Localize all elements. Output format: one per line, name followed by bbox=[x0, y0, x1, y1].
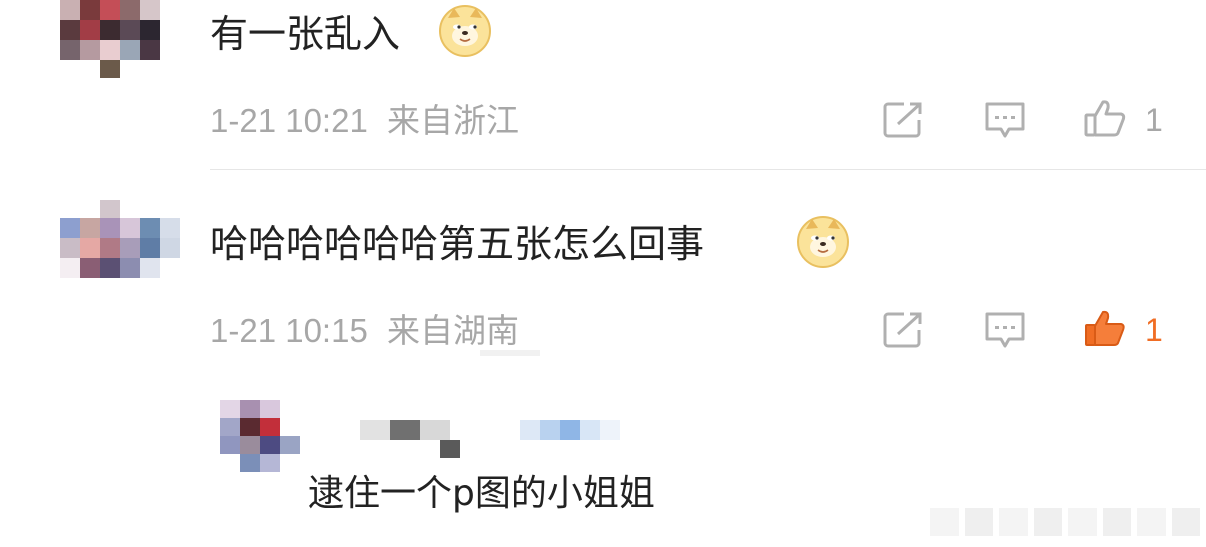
comment-time: 1-21 10:21 bbox=[210, 102, 368, 139]
avatar-fragment bbox=[100, 60, 120, 78]
comment-meta: 1-21 10:15 来自湖南 bbox=[210, 311, 519, 351]
reply-separator bbox=[440, 440, 460, 458]
avatar[interactable] bbox=[60, 218, 180, 278]
share-icon[interactable] bbox=[882, 100, 926, 140]
reply-target-blurred bbox=[520, 420, 620, 440]
thumbs-up-icon-liked[interactable] bbox=[1083, 308, 1127, 348]
thumbs-up-icon[interactable] bbox=[1083, 98, 1127, 138]
comment-location: 来自湖南 bbox=[386, 312, 519, 349]
doge-emoji bbox=[797, 216, 849, 268]
watermark bbox=[930, 508, 1200, 536]
comment-meta: 1-21 10:21 来自浙江 bbox=[210, 101, 519, 141]
reply-text: 逮住一个p图的小姐姐 bbox=[308, 473, 655, 514]
avatar[interactable] bbox=[220, 400, 300, 472]
avatar-fragment bbox=[100, 200, 120, 218]
reply-username-blurred bbox=[360, 420, 450, 440]
avatar[interactable] bbox=[60, 0, 160, 60]
faint-mark bbox=[480, 350, 540, 356]
share-icon[interactable] bbox=[882, 310, 926, 350]
like-count: 1 bbox=[1145, 102, 1163, 138]
divider bbox=[210, 169, 1206, 170]
doge-emoji bbox=[439, 5, 491, 57]
comment-location: 来自浙江 bbox=[386, 102, 519, 139]
comment-time: 1-21 10:15 bbox=[210, 312, 368, 349]
comment-text: 有一张乱入 bbox=[210, 12, 401, 56]
comment-text: 哈哈哈哈哈哈第五张怎么回事 bbox=[210, 222, 705, 266]
comment-icon[interactable] bbox=[983, 310, 1027, 350]
like-count: 1 bbox=[1145, 312, 1163, 348]
comment-icon[interactable] bbox=[983, 100, 1027, 140]
